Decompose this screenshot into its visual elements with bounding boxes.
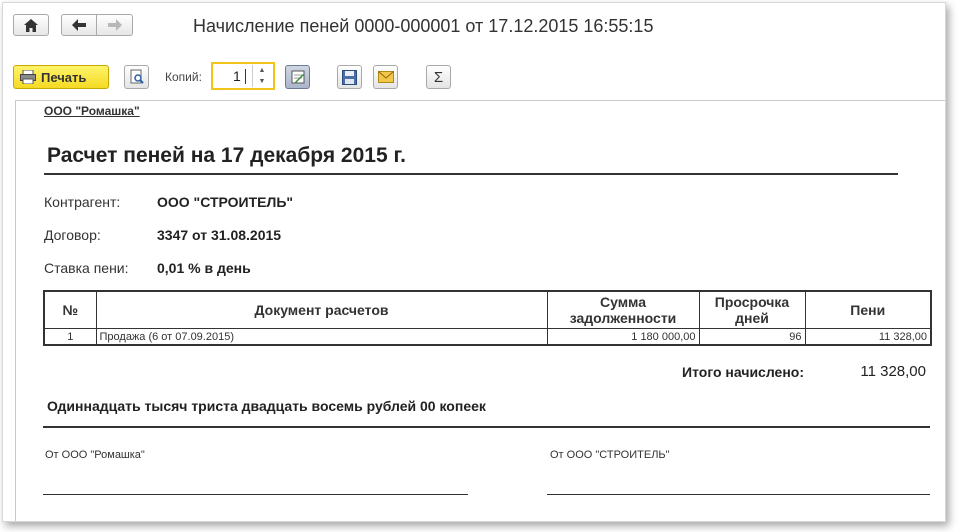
sum-icon: Σ: [433, 68, 444, 86]
heading-underline: [44, 173, 898, 175]
edit-document-button[interactable]: [285, 65, 310, 89]
forward-button[interactable]: [97, 14, 133, 36]
navigation-group: [61, 14, 133, 36]
home-button[interactable]: [13, 14, 49, 36]
mail-button[interactable]: [373, 65, 398, 89]
header-overdue-line2: дней: [735, 310, 769, 326]
preview-icon: [130, 69, 144, 84]
home-icon: [24, 18, 38, 32]
copies-label: Копий:: [165, 70, 202, 84]
arrow-right-icon: [107, 19, 122, 31]
copies-value: 1: [233, 68, 241, 84]
row-document: Продажа (6 от 07.09.2015): [95, 328, 548, 346]
table-header-row: № Документ расчетов Сумма задолженности …: [43, 290, 932, 329]
copies-spinner[interactable]: ▲ ▼: [252, 65, 271, 87]
penalty-table: № Документ расчетов Сумма задолженности …: [43, 290, 932, 346]
edit-document-icon: [291, 70, 304, 84]
row-penalty: 11 328,00: [804, 328, 932, 346]
header-debt-line2: задолженности: [569, 310, 677, 326]
contract-value: 3347 от 31.08.2015: [157, 227, 282, 243]
header-debt: Сумма задолженности: [546, 290, 700, 329]
signature-right-label: От ООО "СТРОИТЕЛЬ": [550, 449, 670, 461]
total-value: 11 328,00: [860, 363, 926, 380]
back-button[interactable]: [61, 14, 97, 36]
document-window: Начисление пеней 0000-000001 от 17.12.20…: [2, 2, 946, 522]
text-caret: [245, 69, 246, 84]
row-debt: 1 180 000,00: [546, 328, 700, 346]
rate-label: Ставка пени:: [44, 260, 129, 276]
total-label: Итого начислено:: [682, 364, 804, 380]
rate-value: 0,01 % в день: [157, 260, 251, 276]
header-overdue: Просрочка дней: [698, 290, 806, 329]
signature-right-line: [547, 494, 930, 495]
mail-icon: [377, 71, 394, 83]
save-button[interactable]: [337, 65, 362, 89]
words-underline: [43, 426, 930, 428]
signature-left-line: [43, 494, 468, 495]
printer-icon: [20, 70, 36, 84]
header-num: №: [43, 290, 97, 329]
row-days: 96: [698, 328, 806, 346]
header-overdue-line1: Просрочка: [714, 294, 790, 310]
document-heading: Расчет пеней на 17 декабря 2015 г.: [47, 144, 406, 167]
printed-document: ООО "Ромашка" Расчет пеней на 17 декабря…: [15, 100, 945, 521]
row-num: 1: [43, 328, 97, 346]
copies-input[interactable]: 1 ▲ ▼: [211, 62, 275, 90]
header-penalty: Пени: [804, 290, 932, 329]
header-debt-line1: Сумма: [599, 294, 647, 310]
print-label: Печать: [41, 69, 87, 85]
header-document: Документ расчетов: [95, 290, 548, 329]
preview-button[interactable]: [124, 65, 149, 89]
arrow-left-icon: [72, 19, 86, 31]
sum-button[interactable]: Σ: [426, 65, 451, 89]
save-icon: [342, 69, 357, 85]
amount-in-words: Одиннадцать тысяч триста двадцать восемь…: [47, 398, 486, 414]
contract-label: Договор:: [44, 227, 101, 243]
window-title: Начисление пеней 0000-000001 от 17.12.20…: [193, 16, 654, 36]
signature-left-label: От ООО "Ромашка": [45, 449, 145, 461]
table-row: 1 Продажа (6 от 07.09.2015) 1 180 000,00…: [43, 328, 932, 346]
print-button[interactable]: Печать: [13, 65, 109, 89]
organization-name: ООО "Ромашка": [44, 104, 140, 118]
counterparty-label: Контрагент:: [44, 194, 121, 210]
counterparty-value: ООО "СТРОИТЕЛЬ": [157, 194, 294, 210]
